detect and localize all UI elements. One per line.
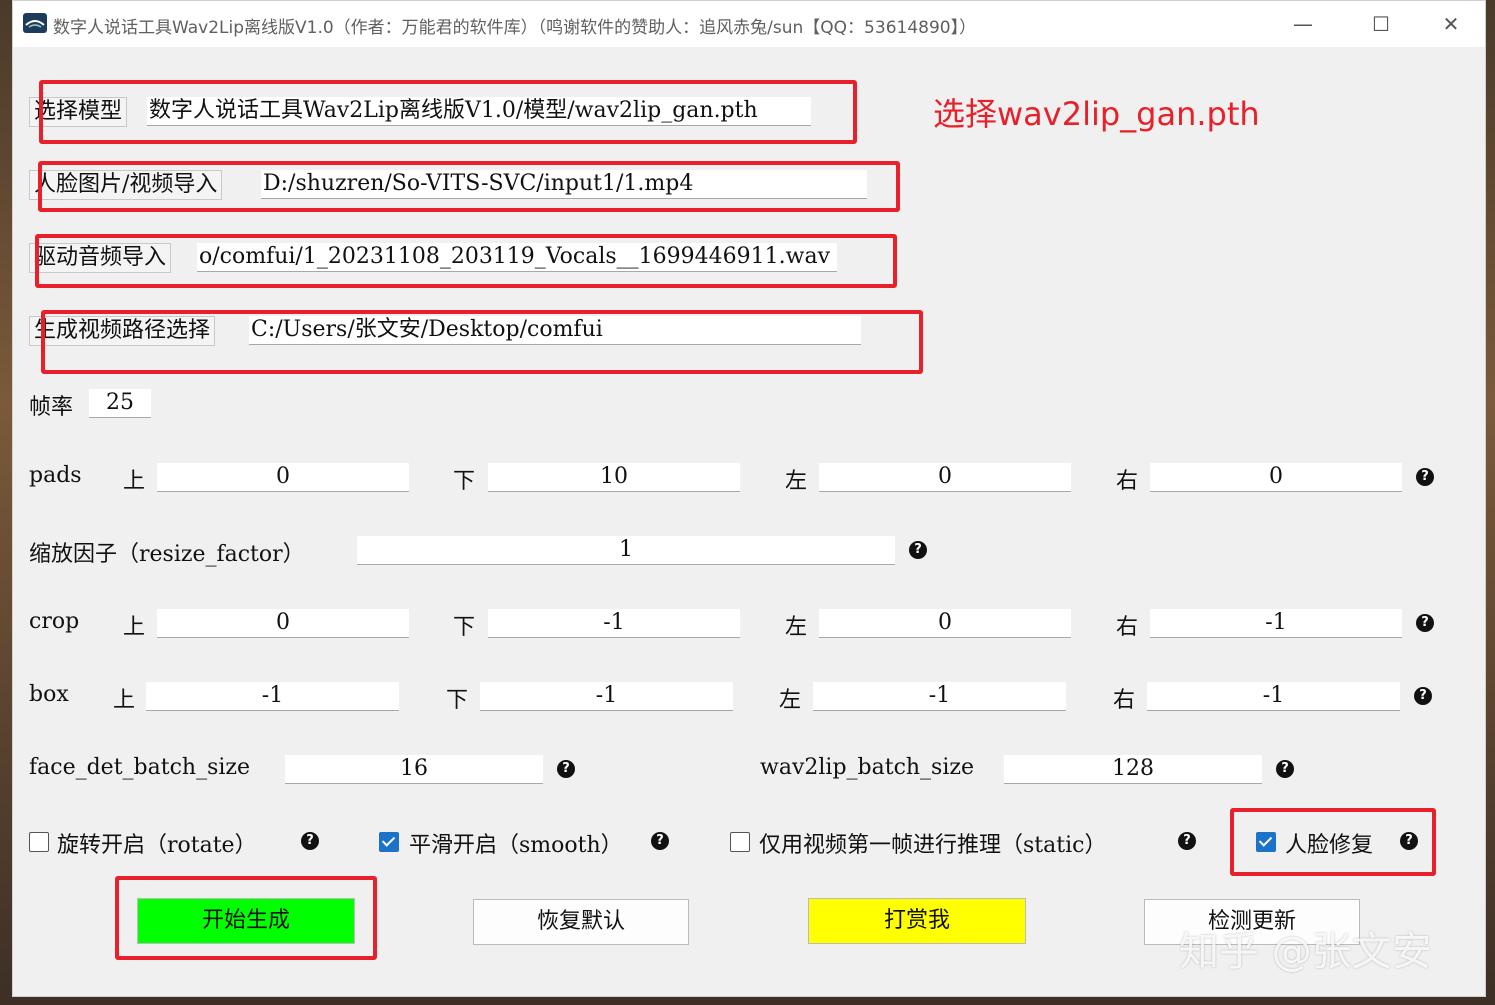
pads-top-label: 上	[123, 469, 146, 494]
box-top-input[interactable]: -1	[146, 682, 399, 711]
main-form: 选择模型 数字人说话工具Wav2Lip离线版V1.0/模型/wav2lip_ga…	[13, 47, 1485, 996]
box-left-label: 左	[779, 688, 802, 713]
resize-help-icon[interactable]: ?	[909, 541, 927, 559]
box-top-label: 上	[113, 688, 136, 713]
box-help-icon[interactable]: ?	[1414, 687, 1432, 705]
pads-right-label: 右	[1116, 469, 1139, 494]
face-batch-help-icon[interactable]: ?	[557, 760, 575, 778]
face-det-batch-input[interactable]: 16	[285, 755, 543, 784]
pads-left-input[interactable]: 0	[819, 463, 1071, 492]
crop-label: crop	[29, 609, 80, 634]
donate-button[interactable]: 打赏我	[808, 898, 1026, 944]
wav2lip-batch-input[interactable]: 128	[1004, 755, 1262, 784]
smooth-help-icon[interactable]: ?	[651, 832, 669, 850]
box-right-input[interactable]: -1	[1147, 682, 1400, 711]
app-logo-icon	[23, 13, 47, 33]
wav2lip-batch-label: wav2lip_batch_size	[760, 755, 974, 780]
box-left-input[interactable]: -1	[813, 682, 1066, 711]
resize-factor-label: 缩放因子（resize_factor）	[29, 542, 305, 567]
watermark: 知乎 @张文安	[1179, 929, 1432, 975]
app-window: 数字人说话工具Wav2Lip离线版V1.0（作者：万能君的软件库）（鸣谢软件的赞…	[12, 0, 1486, 997]
crop-top-input[interactable]: 0	[157, 609, 409, 638]
static-label: 仅用视频第一帧进行推理（static）	[759, 833, 1107, 858]
title-bar: 数字人说话工具Wav2Lip离线版V1.0（作者：万能君的软件库）（鸣谢软件的赞…	[13, 1, 1485, 47]
crop-left-input[interactable]: 0	[819, 609, 1071, 638]
annotation-text: 选择wav2lip_gan.pth	[933, 95, 1260, 133]
crop-right-label: 右	[1116, 615, 1139, 640]
highlight-output-row	[41, 310, 923, 374]
window-title: 数字人说话工具Wav2Lip离线版V1.0（作者：万能君的软件库）（鸣谢软件的赞…	[53, 18, 977, 38]
highlight-face-row	[38, 161, 900, 212]
crop-top-label: 上	[123, 615, 146, 640]
crop-left-label: 左	[785, 615, 808, 640]
highlight-face-restore	[1230, 808, 1436, 876]
pads-left-label: 左	[785, 469, 808, 494]
highlight-model-row	[39, 80, 857, 144]
pads-bottom-label: 下	[453, 469, 476, 494]
wav-batch-help-icon[interactable]: ?	[1276, 760, 1294, 778]
static-help-icon[interactable]: ?	[1178, 832, 1196, 850]
smooth-label: 平滑开启（smooth）	[409, 833, 623, 858]
box-label: box	[29, 682, 69, 707]
resize-factor-input[interactable]: 1	[357, 536, 895, 565]
minimize-button[interactable]: —	[1268, 1, 1338, 47]
highlight-audio-row	[35, 234, 897, 288]
fps-label: 帧率	[29, 395, 74, 420]
box-bottom-label: 下	[446, 688, 469, 713]
rotate-checkbox[interactable]	[29, 832, 49, 852]
rotate-help-icon[interactable]: ?	[301, 832, 319, 850]
pads-label: pads	[29, 463, 82, 488]
highlight-start-button	[115, 876, 377, 960]
close-button[interactable]: ✕	[1416, 1, 1486, 47]
face-det-batch-label: face_det_batch_size	[29, 755, 251, 780]
pads-help-icon[interactable]: ?	[1416, 468, 1434, 486]
box-bottom-input[interactable]: -1	[480, 682, 733, 711]
restore-default-button[interactable]: 恢复默认	[473, 899, 689, 945]
crop-bottom-label: 下	[453, 615, 476, 640]
smooth-checkbox[interactable]	[379, 832, 399, 852]
crop-right-input[interactable]: -1	[1150, 609, 1402, 638]
fps-input[interactable]: 25	[89, 389, 151, 418]
maximize-button[interactable]: ☐	[1346, 1, 1416, 47]
pads-top-input[interactable]: 0	[157, 463, 409, 492]
crop-bottom-input[interactable]: -1	[488, 609, 740, 638]
static-checkbox[interactable]	[730, 832, 750, 852]
crop-help-icon[interactable]: ?	[1416, 614, 1434, 632]
pads-right-input[interactable]: 0	[1150, 463, 1402, 492]
box-right-label: 右	[1113, 688, 1136, 713]
rotate-label: 旋转开启（rotate）	[57, 833, 257, 858]
pads-bottom-input[interactable]: 10	[488, 463, 740, 492]
